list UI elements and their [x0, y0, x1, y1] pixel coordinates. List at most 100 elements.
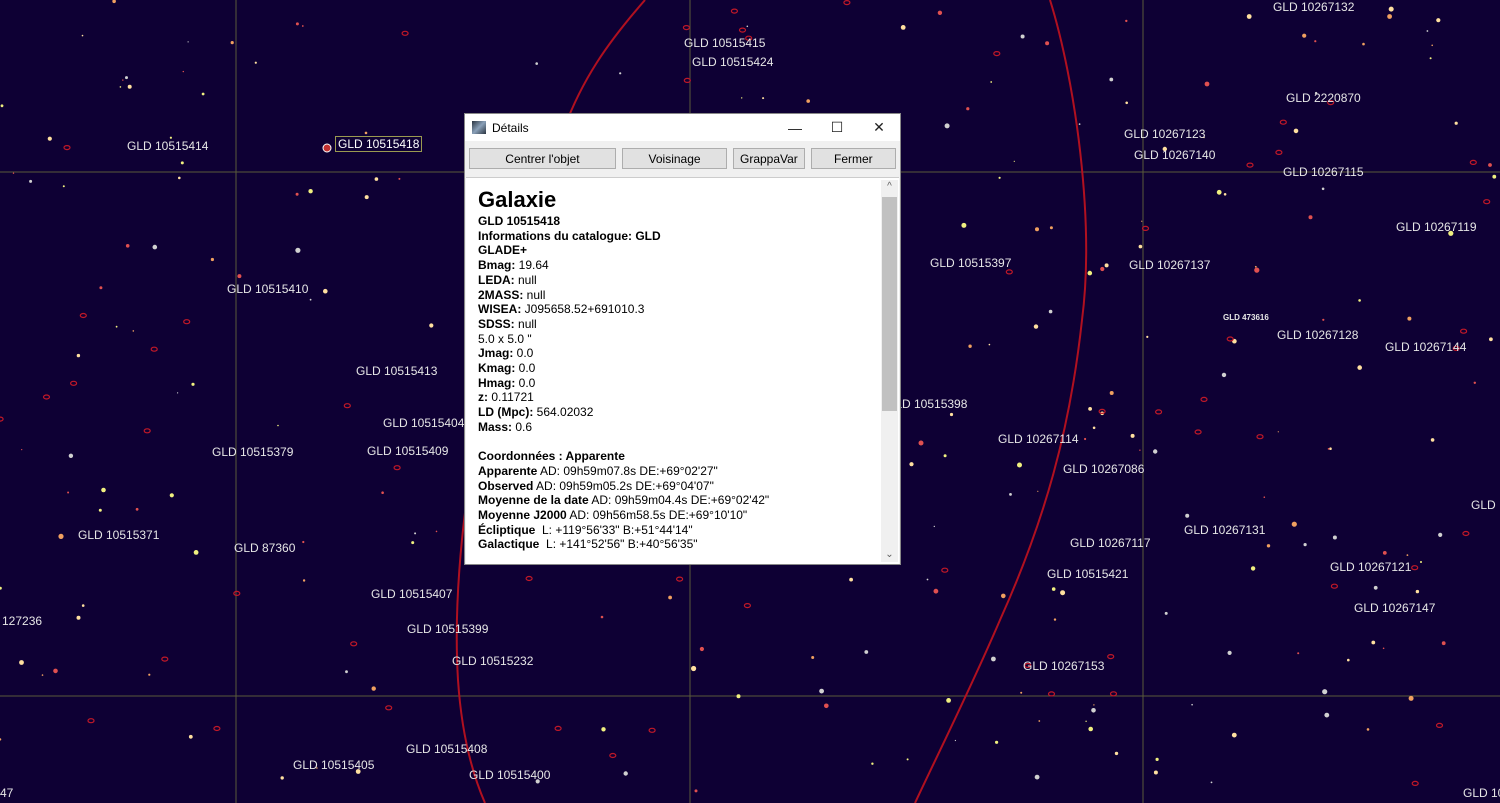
scrollbar[interactable]: ^ ⌄ [881, 180, 898, 562]
galaxy-marker[interactable] [648, 727, 656, 733]
galaxy-marker[interactable] [1411, 780, 1419, 787]
galaxy-marker[interactable] [63, 145, 71, 151]
galaxy-marker[interactable] [1200, 396, 1208, 402]
object-label[interactable]: GLD 10267119 [1396, 220, 1477, 234]
galaxy-marker[interactable] [79, 312, 87, 319]
center-object-button[interactable]: Centrer l'objet [469, 148, 616, 169]
galaxy-marker[interactable] [1462, 530, 1470, 537]
galaxy-marker[interactable] [233, 590, 241, 597]
object-label[interactable]: 47 [0, 786, 13, 800]
object-label[interactable]: GLD 10267086 [1063, 462, 1144, 476]
object-label[interactable]: GLD 10515405 [293, 758, 374, 772]
object-label[interactable]: GLD 10515414 [127, 139, 208, 153]
object-label[interactable]: GLD 10515410 [227, 282, 308, 296]
scroll-up-icon[interactable]: ^ [881, 181, 898, 192]
object-label[interactable]: GLD 10515408 [406, 742, 487, 756]
maximize-button[interactable]: ☐ [816, 119, 858, 136]
object-label[interactable]: GLD 10 [1463, 786, 1500, 800]
object-label[interactable]: GLD 10515232 [452, 654, 533, 668]
object-label[interactable]: GLD 10515400 [469, 768, 550, 782]
object-label[interactable]: GLD 10515379 [212, 445, 293, 459]
grappavar-button[interactable]: GrappaVar [733, 148, 805, 169]
object-label[interactable]: GLD 10267132 [1273, 0, 1354, 14]
galaxy-marker[interactable] [343, 403, 351, 409]
object-label[interactable]: GLD 10267128 [1277, 328, 1358, 342]
object-label[interactable]: GLD 10515424 [692, 55, 773, 69]
selected-object-label[interactable]: GLD 10515418 [335, 136, 423, 152]
galaxy-marker[interactable] [743, 602, 752, 609]
object-label[interactable]: GLD 10267147 [1354, 601, 1435, 615]
object-label[interactable]: GLD 2220870 [1286, 91, 1361, 105]
galaxy-marker[interactable] [738, 27, 747, 33]
object-label[interactable]: GLD 10515421 [1047, 567, 1128, 581]
object-label[interactable]: GLD 10267121 [1330, 560, 1411, 574]
galaxy-marker[interactable] [0, 416, 4, 422]
galaxy-marker[interactable] [1483, 199, 1491, 205]
galaxy-marker[interactable] [1154, 409, 1163, 415]
galaxy-marker[interactable] [1435, 722, 1444, 729]
galaxy-marker[interactable] [1194, 429, 1202, 435]
object-label[interactable]: 127236 [2, 614, 42, 628]
galaxy-marker[interactable] [683, 77, 691, 84]
galaxy-marker[interactable] [1279, 119, 1287, 125]
scroll-thumb[interactable] [882, 197, 897, 411]
galaxy-marker[interactable] [1330, 583, 1339, 589]
object-label[interactable]: GLD 10515399 [407, 622, 488, 636]
object-label[interactable]: GLD 10267117 [1070, 536, 1151, 550]
galaxy-marker[interactable] [1005, 269, 1013, 275]
scroll-down-icon[interactable]: ⌄ [881, 549, 898, 560]
galaxy-marker[interactable] [393, 465, 401, 471]
object-label[interactable]: GLD 10515413 [356, 364, 437, 378]
neighborhood-button[interactable]: Voisinage [621, 148, 728, 169]
object-label[interactable]: GLD 10267140 [1134, 148, 1215, 162]
galaxy-marker[interactable] [213, 725, 221, 732]
galaxy-marker[interactable] [161, 656, 169, 662]
galaxy-marker[interactable] [1109, 691, 1118, 697]
galaxy-marker[interactable] [993, 50, 1001, 57]
object-label[interactable]: GLD 10267114 [998, 432, 1079, 446]
object-label[interactable]: GLD 473616 [1223, 311, 1269, 325]
galaxy-marker[interactable] [941, 567, 949, 573]
galaxy-marker[interactable] [1246, 162, 1254, 168]
galaxy-marker[interactable] [143, 428, 151, 434]
galaxy-marker[interactable] [525, 575, 533, 582]
selected-object-marker[interactable] [322, 143, 332, 153]
galaxy-marker[interactable] [183, 319, 191, 325]
object-label[interactable]: GLD 10267137 [1129, 258, 1210, 272]
close-button[interactable]: ✕ [858, 119, 900, 136]
minimize-button[interactable]: — [774, 120, 816, 136]
object-label[interactable]: GLD 10267123 [1124, 127, 1205, 141]
close-dialog-button[interactable]: Fermer [810, 148, 897, 169]
galaxy-marker[interactable] [1469, 159, 1477, 165]
galaxy-marker[interactable] [150, 346, 158, 352]
object-label[interactable]: GLD 10267144 [1385, 340, 1466, 354]
object-label[interactable]: GLD 10267131 [1184, 523, 1265, 537]
object-label[interactable]: GLD 10515404 [383, 416, 464, 430]
title-bar[interactable]: Détails — ☐ ✕ [465, 114, 900, 141]
galaxy-marker[interactable] [609, 752, 617, 759]
galaxy-marker[interactable] [730, 8, 739, 14]
galaxy-marker[interactable] [385, 705, 393, 711]
object-label[interactable]: GLD 10515409 [367, 444, 448, 458]
galaxy-marker[interactable] [42, 394, 51, 400]
galaxy-marker[interactable] [350, 641, 358, 647]
galaxy-marker[interactable] [682, 25, 691, 31]
galaxy-marker[interactable] [87, 718, 95, 724]
galaxy-marker[interactable] [1411, 565, 1419, 571]
object-label[interactable]: GLD 10515371 [78, 528, 159, 542]
galaxy-marker[interactable] [1098, 408, 1106, 414]
object-label[interactable]: GLD [1471, 498, 1496, 512]
galaxy-marker[interactable] [401, 30, 409, 36]
object-label[interactable]: GLD 10515415 [684, 36, 765, 50]
galaxy-marker[interactable] [843, 0, 851, 6]
object-label[interactable]: GLD 10515407 [371, 587, 452, 601]
galaxy-marker[interactable] [1107, 653, 1115, 660]
galaxy-marker[interactable] [1275, 149, 1283, 155]
object-label[interactable]: GLD 10515397 [930, 256, 1011, 270]
object-label[interactable]: GLD 10267115 [1283, 165, 1364, 179]
galaxy-marker[interactable] [1047, 691, 1056, 697]
galaxy-marker[interactable] [69, 380, 78, 386]
object-label[interactable]: GLD 87360 [234, 541, 295, 555]
object-label[interactable]: GLD 10267153 [1023, 659, 1104, 673]
galaxy-marker[interactable] [1256, 434, 1264, 440]
